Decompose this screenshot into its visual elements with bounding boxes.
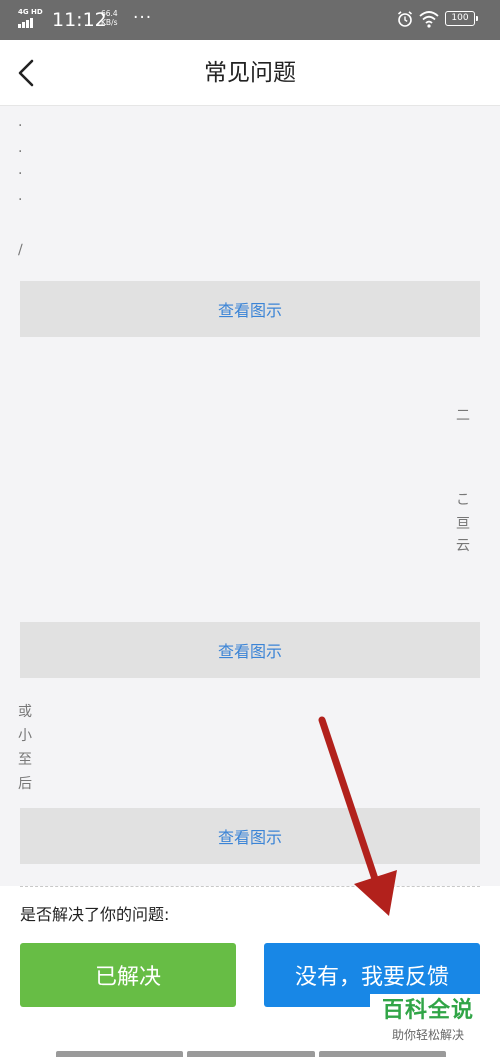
solved-button[interactable]: 已解决	[20, 943, 236, 1007]
wifi-icon	[419, 11, 439, 28]
faq-content: . . · · ∕ 查看图示 二 こ 亘 云 查看图示 或 小 至 后 查看图示	[0, 106, 500, 886]
bottom-tab-edge	[56, 1051, 446, 1057]
text-fragment: 小	[18, 728, 32, 744]
alarm-icon	[397, 11, 413, 27]
speed-value: 66.4	[101, 9, 118, 18]
text-fragment: .	[18, 114, 23, 130]
text-fragment: 或	[18, 704, 32, 720]
page-title: 常见问题	[204, 60, 296, 86]
text-fragment: 二	[456, 408, 470, 424]
more-notifications-icon: ···	[133, 8, 153, 28]
text-fragment: こ	[456, 492, 470, 508]
text-fragment: 后	[18, 776, 32, 792]
signal-icon: 4G HD	[18, 8, 44, 30]
dashed-divider	[20, 886, 480, 887]
network-speed: 66.4 KB/s	[101, 9, 118, 27]
text-fragment: 云	[456, 538, 470, 554]
text-fragment: 至	[18, 752, 32, 768]
logo-subtitle: 助你轻松解决	[391, 1028, 464, 1042]
status-bar: 4G HD 11:12 66.4 KB/s ··· 100	[0, 0, 500, 40]
speed-unit: KB/s	[101, 18, 118, 27]
battery-icon: 100	[445, 11, 478, 26]
text-fragment: ∕	[18, 242, 23, 258]
resolved-question: 是否解决了你的问题:	[20, 905, 170, 924]
logo-title: 百科全说	[381, 998, 474, 1023]
clock: 11:12	[52, 9, 107, 31]
text-fragment: .	[18, 140, 23, 156]
watermark-logo: 百科全说 助你轻松解决	[370, 994, 486, 1050]
text-fragment: ·	[18, 192, 23, 208]
network-type: 4G HD	[18, 8, 43, 16]
nav-bar: 常见问题	[0, 40, 500, 106]
view-illustration-button[interactable]: 查看图示	[20, 281, 480, 337]
text-fragment: ·	[18, 166, 23, 182]
text-fragment: 亘	[456, 516, 470, 532]
view-illustration-button[interactable]: 查看图示	[20, 622, 480, 678]
view-illustration-button[interactable]: 查看图示	[20, 808, 480, 864]
